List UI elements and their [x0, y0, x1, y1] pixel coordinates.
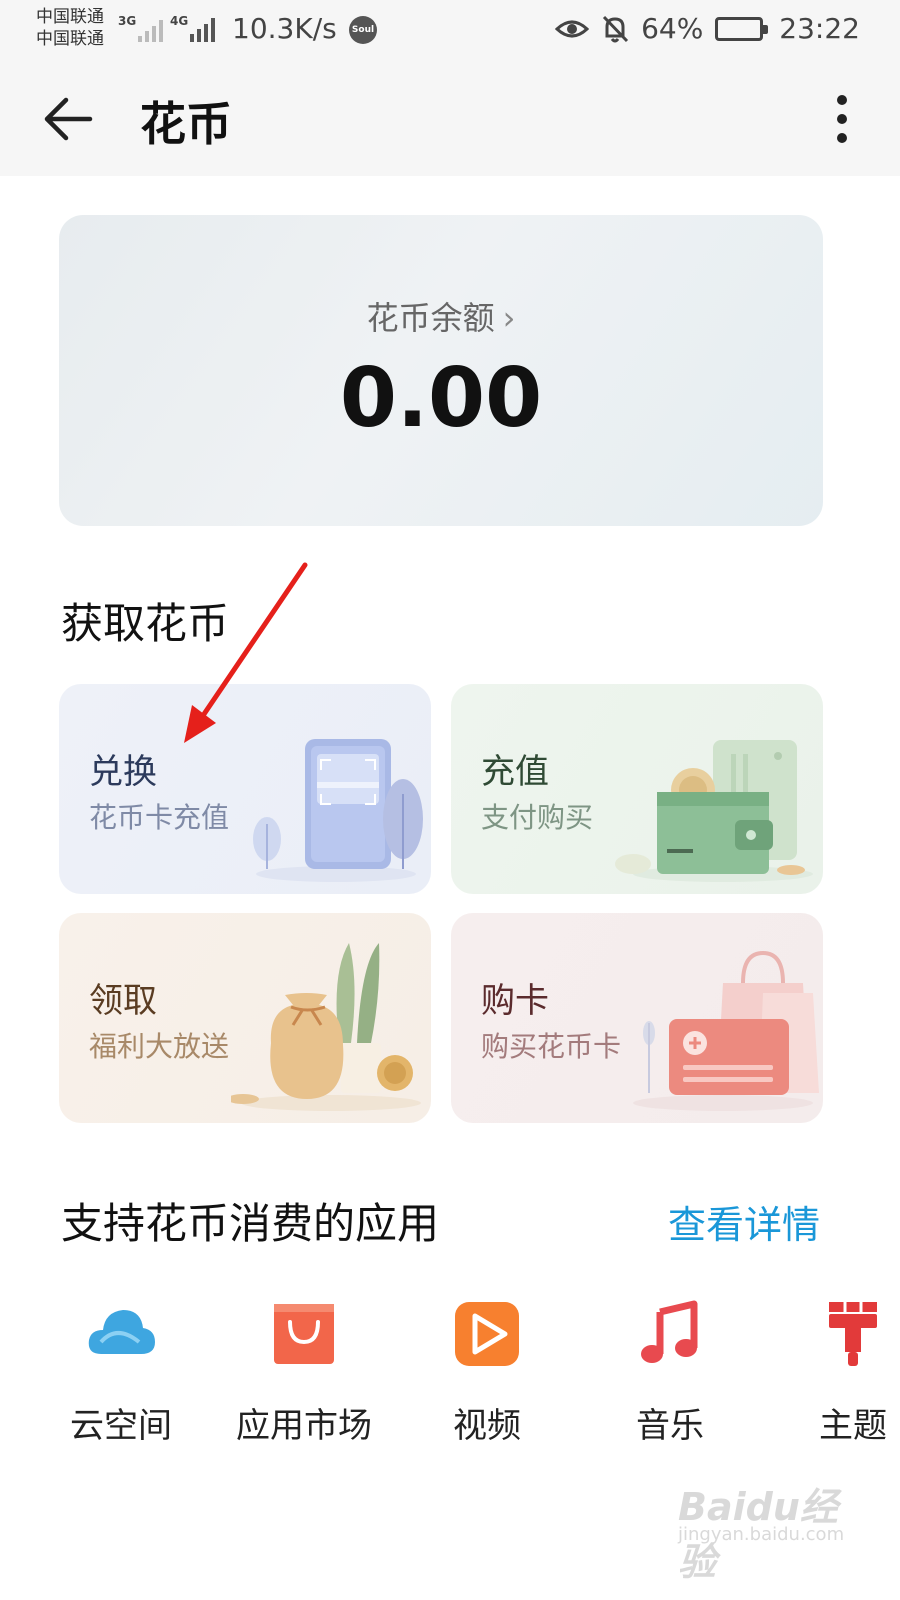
- app-bar: 花币: [0, 62, 900, 176]
- buy-card-subtitle: 购买花币卡: [481, 1030, 622, 1063]
- view-details-link[interactable]: 查看详情: [668, 1194, 820, 1249]
- app-video[interactable]: 视频: [397, 1296, 577, 1447]
- battery-icon: [715, 16, 769, 41]
- back-arrow-icon[interactable]: [42, 92, 96, 146]
- app-label: 云空间: [70, 1406, 172, 1446]
- music-note-icon: [641, 1300, 698, 1363]
- net-type-1: 3G: [118, 14, 137, 28]
- chevron-right-icon: ›: [502, 299, 516, 337]
- app-label: 应用市场: [236, 1406, 372, 1446]
- apps-section-title: 支持花币消费的应用: [61, 1199, 440, 1248]
- claim-card-title: 领取: [89, 981, 157, 1021]
- baidu-watermark: Baidu经验 jingyan.baidu.com: [670, 1470, 870, 1584]
- app-cloud[interactable]: 云空间: [31, 1296, 211, 1447]
- redeem-card-subtitle: 花币卡充值: [89, 801, 230, 834]
- claim-card[interactable]: 领取 福利大放送: [59, 913, 431, 1123]
- battery-percent: 64%: [641, 12, 704, 45]
- signal-4g-icon: 4G: [170, 14, 215, 42]
- recharge-card[interactable]: 充值 支付购买: [451, 684, 823, 894]
- network-speed: 10.3K/s: [232, 12, 337, 45]
- balance-card[interactable]: 花币余额 › 0.00: [59, 215, 823, 526]
- shopping-bag-icon: [274, 1304, 334, 1364]
- balance-label-row[interactable]: 花币余额 ›: [59, 293, 823, 339]
- more-vertical-icon[interactable]: [834, 92, 850, 146]
- carrier-1: 中国联通: [36, 7, 104, 27]
- app-theme[interactable]: 主题: [763, 1296, 900, 1447]
- brush-icon: [829, 1302, 877, 1366]
- app-label: 主题: [819, 1406, 887, 1446]
- recharge-card-title: 充值: [481, 752, 549, 792]
- redeem-card-title: 兑换: [89, 752, 157, 792]
- app-market[interactable]: 应用市场: [214, 1296, 394, 1447]
- page-title: 花币: [140, 97, 232, 151]
- app-label: 视频: [453, 1406, 521, 1446]
- wallet-illustration-icon: [615, 740, 813, 882]
- carrier-labels: 中国联通 中国联通: [36, 6, 104, 50]
- eye-comfort-icon: [555, 20, 590, 37]
- balance-value: 0.00: [339, 351, 543, 446]
- claim-card-subtitle: 福利大放送: [89, 1030, 230, 1063]
- watermark-url: jingyan.baidu.com: [678, 1524, 845, 1545]
- signal-3g-icon: 3G: [118, 14, 163, 42]
- buy-card-title: 购卡: [481, 981, 549, 1021]
- app-label: 音乐: [636, 1406, 704, 1446]
- bell-mute-icon: [602, 15, 629, 42]
- clock: 23:22: [779, 12, 860, 45]
- balance-label: 花币余额: [366, 299, 495, 337]
- cloud-icon: [88, 1310, 155, 1354]
- soul-app-icon: Soul: [349, 16, 377, 44]
- buy-card-card[interactable]: 购卡 购买花币卡: [451, 913, 823, 1123]
- gift-card-illustration-icon: [633, 950, 819, 1111]
- carrier-2: 中国联通: [36, 29, 104, 49]
- play-icon: [455, 1302, 519, 1366]
- app-music[interactable]: 音乐: [580, 1296, 760, 1447]
- net-type-2: 4G: [170, 14, 189, 28]
- status-bar: 中国联通 中国联通 3G 4G 10.3K/s Soul 64% 23:22: [0, 0, 900, 62]
- money-bag-illustration-icon: [231, 943, 421, 1111]
- status-right: 64% 23:22: [555, 12, 860, 45]
- recharge-card-subtitle: 支付购买: [481, 801, 594, 834]
- annotation-arrow-icon: [184, 562, 308, 743]
